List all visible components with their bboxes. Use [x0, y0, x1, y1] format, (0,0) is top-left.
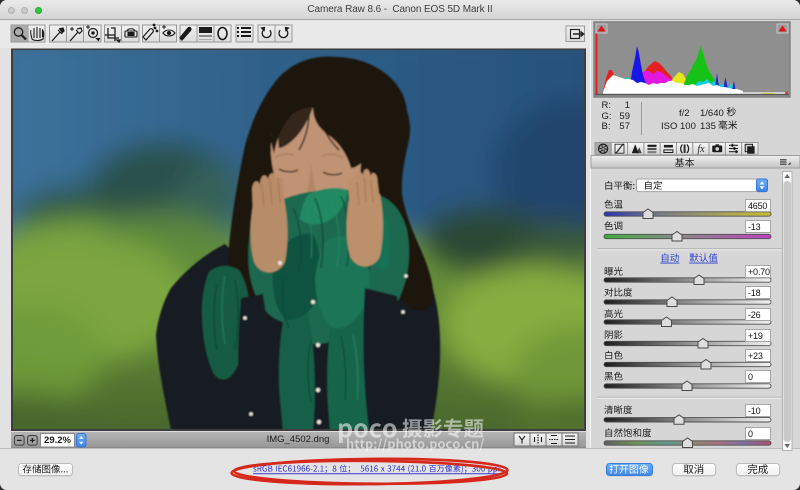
svg-text:fx: fx [697, 144, 705, 155]
